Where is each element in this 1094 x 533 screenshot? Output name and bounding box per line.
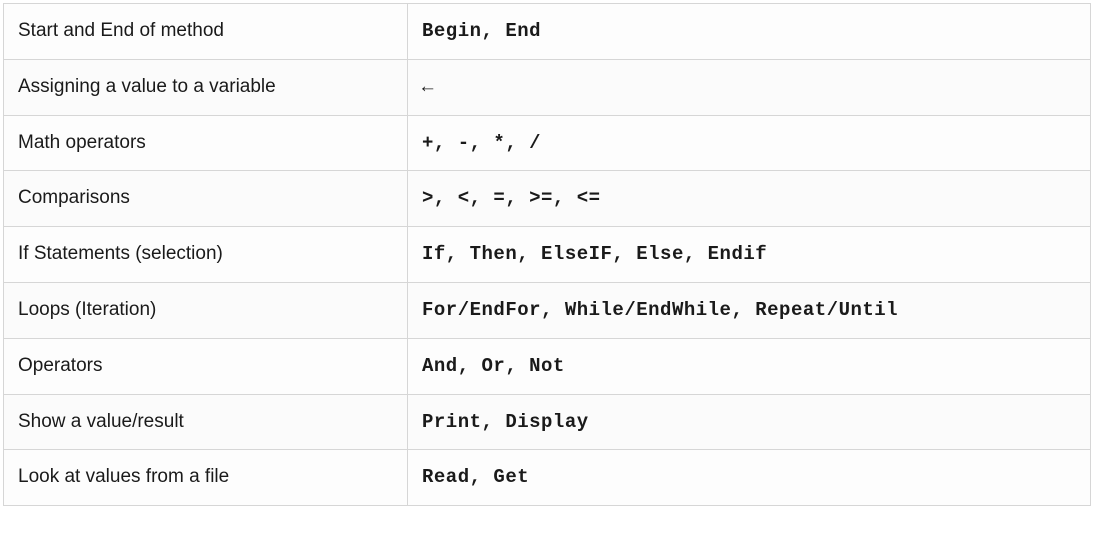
table-row: Operators And, Or, Not [4, 338, 1091, 394]
code-cell: ← [408, 59, 1091, 115]
pseudocode-reference-table: Start and End of method Begin, End Assig… [3, 3, 1091, 506]
description-cell: Look at values from a file [4, 450, 408, 506]
description-cell: Loops (Iteration) [4, 282, 408, 338]
table-row: Show a value/result Print, Display [4, 394, 1091, 450]
code-cell: Read, Get [408, 450, 1091, 506]
table-row: Start and End of method Begin, End [4, 4, 1091, 60]
code-cell: For/EndFor, While/EndWhile, Repeat/Until [408, 282, 1091, 338]
table-row: Assigning a value to a variable ← [4, 59, 1091, 115]
description-cell: Assigning a value to a variable [4, 59, 408, 115]
code-cell: Print, Display [408, 394, 1091, 450]
description-cell: Comparisons [4, 171, 408, 227]
table-row: Loops (Iteration) For/EndFor, While/EndW… [4, 282, 1091, 338]
description-cell: Start and End of method [4, 4, 408, 60]
table-row: Math operators +, -, *, / [4, 115, 1091, 171]
table-row: Comparisons >, <, =, >=, <= [4, 171, 1091, 227]
code-cell: >, <, =, >=, <= [408, 171, 1091, 227]
code-cell: If, Then, ElseIF, Else, Endif [408, 227, 1091, 283]
table-row: Look at values from a file Read, Get [4, 450, 1091, 506]
table-row: If Statements (selection) If, Then, Else… [4, 227, 1091, 283]
code-cell: +, -, *, / [408, 115, 1091, 171]
description-cell: Show a value/result [4, 394, 408, 450]
description-cell: Math operators [4, 115, 408, 171]
description-cell: Operators [4, 338, 408, 394]
code-cell: Begin, End [408, 4, 1091, 60]
description-cell: If Statements (selection) [4, 227, 408, 283]
code-cell: And, Or, Not [408, 338, 1091, 394]
